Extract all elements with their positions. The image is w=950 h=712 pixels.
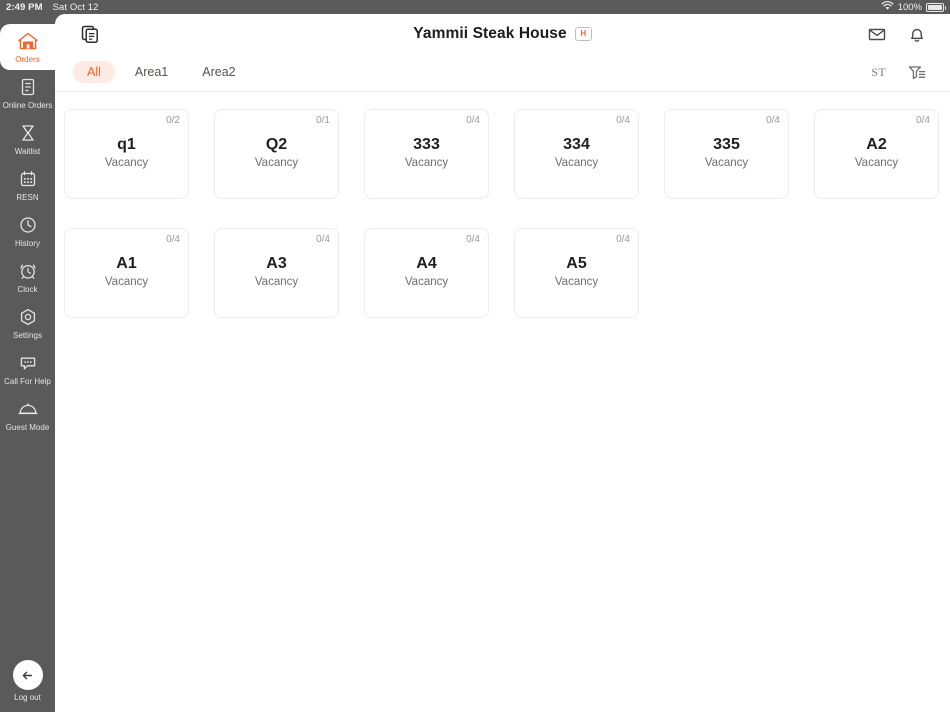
table-card[interactable]: 0/4 A5 Vacancy [514,228,639,318]
main-panel: Yammii Steak House H All Area1 Area2 ST … [55,14,950,712]
table-grid: 0/2 q1 Vacancy 0/1 Q2 Vacancy 0/4 333 Va… [55,92,950,318]
table-name: q1 [117,136,136,153]
sidebar-item-waitlist[interactable]: Waitlist [0,116,55,162]
area-tabs: All Area1 Area2 [73,61,250,83]
mail-envelope-icon[interactable] [866,23,888,45]
table-card[interactable]: 0/1 Q2 Vacancy [214,109,339,199]
table-status: Vacancy [704,157,749,169]
table-name: A5 [566,255,587,272]
table-capacity: 0/2 [166,115,180,126]
table-status: Vacancy [104,157,149,169]
sidebar-item-label: Online Orders [2,101,53,110]
battery-percent: 100% [897,1,922,13]
sidebar-item-call-for-help[interactable]: Call For Help [0,346,55,392]
table-name: A4 [416,255,437,272]
sidebar-item-history[interactable]: History [0,208,55,254]
status-date: Sat Oct 12 [52,1,99,13]
sidebar-item-guest-mode[interactable]: Guest Mode [0,392,55,438]
table-capacity: 0/4 [466,234,480,245]
table-status: Vacancy [104,276,149,288]
table-capacity: 0/4 [616,115,630,126]
table-card[interactable]: 0/4 334 Vacancy [514,109,639,199]
sidebar-item-resn[interactable]: RESN [0,162,55,208]
table-name: 335 [713,136,740,153]
table-card[interactable]: 0/4 A3 Vacancy [214,228,339,318]
copy-documents-icon[interactable] [77,21,103,47]
sidebar-item-orders[interactable]: Orders [0,24,55,70]
logout-button[interactable]: Log out [0,660,55,702]
sidebar-item-settings[interactable]: Settings [0,300,55,346]
tab-all[interactable]: All [73,61,115,83]
table-status: Vacancy [404,276,449,288]
app-header: Yammii Steak House H [55,14,950,53]
table-status: Vacancy [554,157,599,169]
table-capacity: 0/4 [916,115,930,126]
sidebar-item-clock[interactable]: Clock [0,254,55,300]
table-status: Vacancy [404,157,449,169]
food-cloche-icon [17,398,39,420]
table-name: A2 [866,136,887,153]
table-capacity: 0/1 [316,115,330,126]
table-capacity: 0/4 [466,115,480,126]
table-capacity: 0/4 [616,234,630,245]
sidebar-item-online-orders[interactable]: Online Orders [0,70,55,116]
notification-bell-icon[interactable] [906,23,928,45]
table-status: Vacancy [254,157,299,169]
clock-icon [17,214,39,236]
table-card[interactable]: 0/4 A4 Vacancy [364,228,489,318]
gear-icon [17,306,39,328]
status-badge: H [574,26,592,41]
table-name: 333 [413,136,440,153]
sidebar-item-label: RESN [16,193,39,202]
speech-bubble-icon [17,352,39,374]
calendar-icon [17,168,39,190]
table-name: Q2 [265,136,288,153]
table-card[interactable]: 0/2 q1 Vacancy [64,109,189,199]
table-capacity: 0/4 [316,234,330,245]
hourglass-icon [17,122,39,144]
page-title: Yammii Steak House H [55,14,950,53]
sidebar-item-label: Orders [15,55,40,64]
filter-funnel-icon[interactable] [906,61,928,83]
sidebar-item-label: History [15,239,40,248]
document-lines-icon [17,76,39,98]
tabs-toolbar: ST [871,61,928,83]
table-capacity: 0/4 [766,115,780,126]
arrow-left-icon [12,660,43,690]
table-name: A1 [116,255,137,272]
app-root: 2:49 PM Sat Oct 12 100% Orders Online Or… [0,0,950,712]
table-card[interactable]: 0/4 A1 Vacancy [64,228,189,318]
table-status: Vacancy [854,157,899,169]
logout-label: Log out [14,693,41,702]
table-card[interactable]: 0/4 335 Vacancy [664,109,789,199]
table-card[interactable]: 0/4 333 Vacancy [364,109,489,199]
sidebar-item-label: Settings [13,331,42,340]
sidebar-item-label: Guest Mode [5,423,50,432]
restaurant-name: Yammii Steak House [413,24,567,42]
tab-area2[interactable]: Area2 [188,61,249,83]
tab-area1[interactable]: Area1 [121,61,182,83]
alarm-clock-icon [17,260,39,282]
home-icon [17,30,39,52]
table-name: 334 [563,136,590,153]
table-capacity: 0/4 [166,234,180,245]
battery-full-icon [926,2,946,12]
table-name: A3 [266,255,287,272]
wifi-icon [881,0,894,14]
status-right-cluster: 100% [881,0,946,14]
sidebar-item-label: Clock [17,285,38,294]
sidebar-nav: Orders Online Orders Waitlist RESN Histo… [0,14,55,712]
sort-button[interactable]: ST [871,65,886,80]
table-status: Vacancy [554,276,599,288]
area-tabs-bar: All Area1 Area2 ST [55,53,950,92]
table-status: Vacancy [254,276,299,288]
sidebar-item-label: Waitlist [14,147,41,156]
status-time: 2:49 PM [6,1,43,13]
header-actions [866,23,928,45]
sidebar-item-label: Call For Help [4,377,51,386]
table-card[interactable]: 0/4 A2 Vacancy [814,109,939,199]
system-status-bar: 2:49 PM Sat Oct 12 100% [0,0,950,14]
